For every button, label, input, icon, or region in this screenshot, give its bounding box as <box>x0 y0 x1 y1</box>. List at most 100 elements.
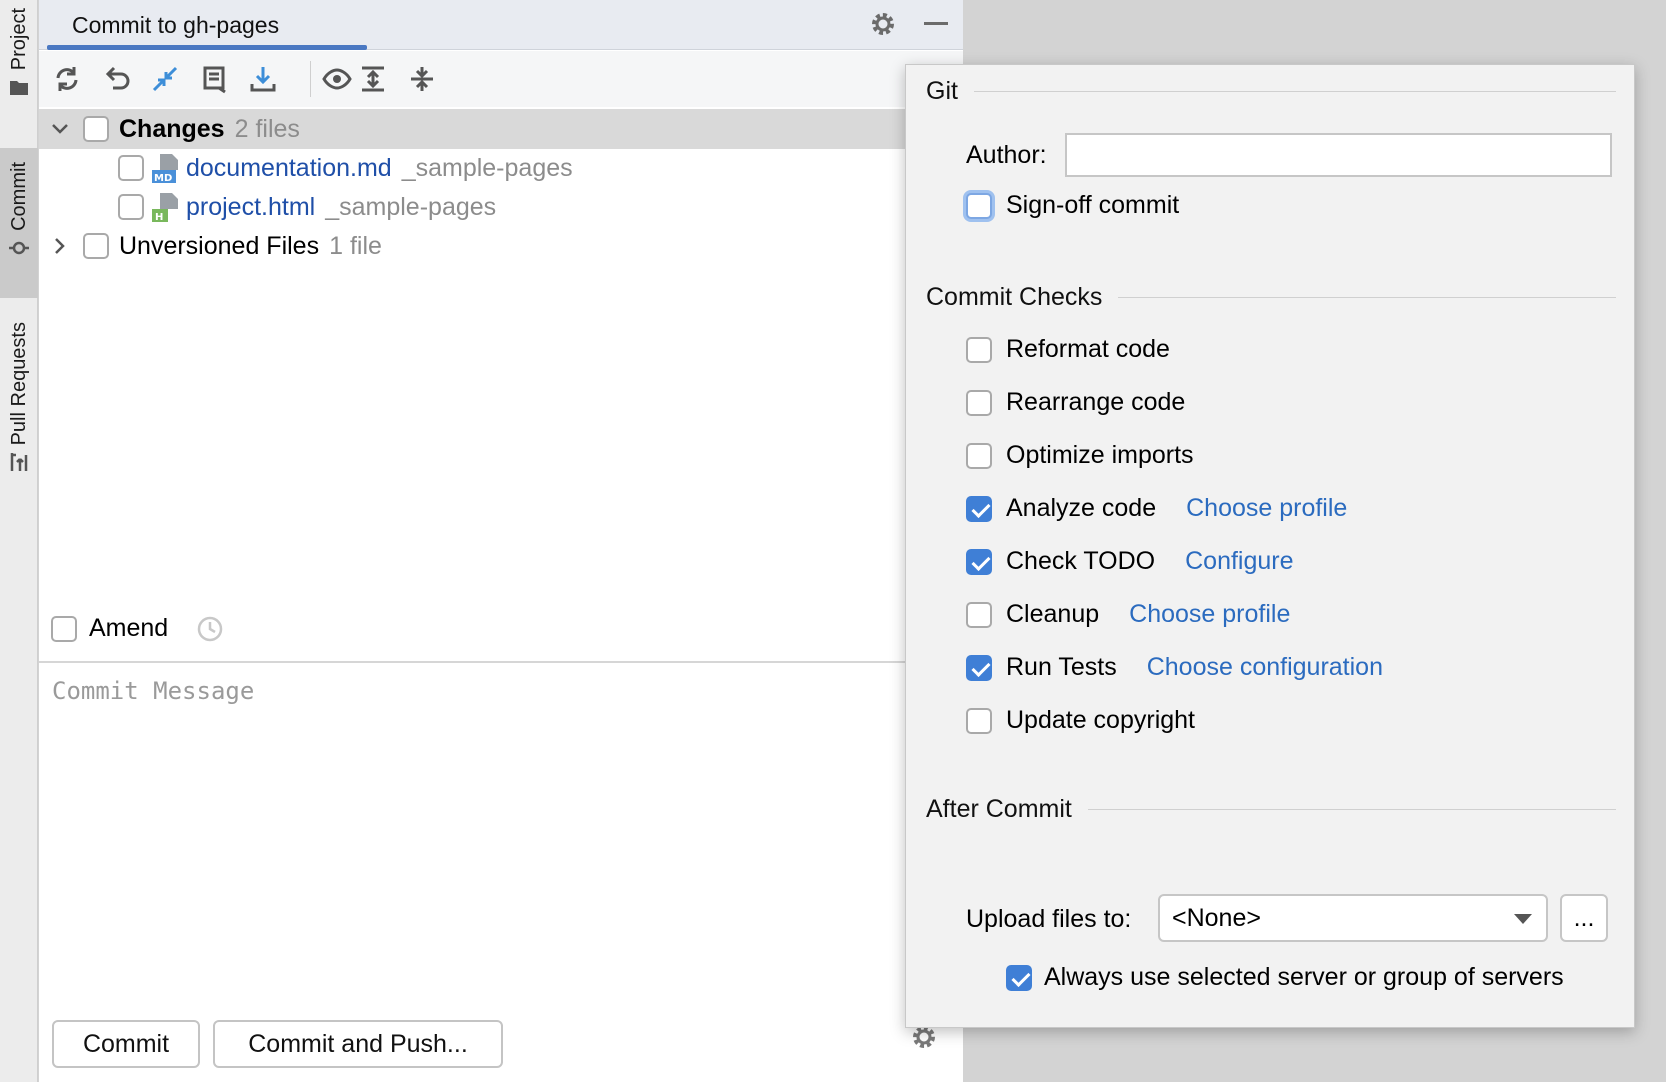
rollback-icon <box>105 66 130 90</box>
check-checkbox[interactable] <box>966 389 992 416</box>
file-checkbox[interactable] <box>118 155 144 181</box>
after-commit-title: After Commit <box>926 795 1072 823</box>
check-update-copyright[interactable]: Update copyright <box>966 706 1195 735</box>
always-use-checkbox[interactable] <box>1006 964 1032 991</box>
active-tab-indicator <box>47 45 367 50</box>
browse-servers-button[interactable]: ... <box>1560 894 1608 942</box>
merge-icon <box>152 66 178 92</box>
check-label: Cleanup <box>1006 600 1100 628</box>
commit-panel: Commit to gh-pages Changes 2 files MD do… <box>39 0 963 1082</box>
choose-profile-link[interactable]: Choose profile <box>1186 494 1347 523</box>
tab-commit[interactable]: Commit <box>0 148 38 298</box>
choose-configuration-link[interactable]: Choose configuration <box>1147 653 1383 682</box>
commit-checks-title: Commit Checks <box>926 283 1103 311</box>
amend-option[interactable]: Amend <box>51 614 224 643</box>
tool-window-strip: Project Commit Pull Requests <box>0 0 38 1082</box>
eye-icon <box>322 68 352 90</box>
check-checkbox[interactable] <box>966 707 992 734</box>
signoff-option[interactable]: Sign-off commit <box>966 191 1179 220</box>
update-button[interactable] <box>247 63 279 95</box>
changes-label: Changes <box>119 114 225 143</box>
check-label: Optimize imports <box>1006 441 1194 469</box>
chevron-right-icon[interactable] <box>51 237 69 255</box>
expand-all-icon <box>362 66 384 92</box>
clock-icon[interactable] <box>196 615 224 643</box>
author-input[interactable] <box>1065 133 1612 177</box>
check-analyze-code[interactable]: Analyze code Choose profile <box>966 494 1347 523</box>
minimize-icon[interactable] <box>924 22 948 25</box>
check-label: Update copyright <box>1006 706 1196 734</box>
check-label: Analyze code <box>1006 494 1157 522</box>
commit-options-popup: Git Author: Sign-off commit Commit Check… <box>905 64 1635 1028</box>
always-use-label: Always use selected server or group of s… <box>1044 963 1564 991</box>
configure-link[interactable]: Configure <box>1185 547 1293 576</box>
rollback-button[interactable] <box>101 63 133 95</box>
amend-checkbox[interactable] <box>51 615 77 642</box>
unversioned-count: 1 file <box>329 231 382 260</box>
commit-button[interactable]: Commit <box>52 1020 200 1068</box>
check-cleanup[interactable]: Cleanup Choose profile <box>966 600 1290 629</box>
choose-profile-link[interactable]: Choose profile <box>1129 600 1290 629</box>
markdown-file-icon: MD <box>152 154 178 184</box>
shelve-icon <box>203 66 226 94</box>
view-options-button[interactable] <box>321 63 353 95</box>
gear-icon[interactable] <box>869 10 897 38</box>
svg-text:H: H <box>155 212 163 223</box>
check-run-tests[interactable]: Run Tests Choose configuration <box>966 653 1383 682</box>
unversioned-group-row[interactable]: Unversioned Files 1 file <box>51 226 382 266</box>
upload-server-select[interactable]: <None> <box>1158 894 1548 942</box>
divider <box>1087 809 1616 810</box>
check-label: Run Tests <box>1006 653 1117 681</box>
check-rearrange-code[interactable]: Rearrange code <box>966 388 1185 417</box>
tab-project[interactable]: Project <box>0 0 38 128</box>
svg-text:MD: MD <box>154 173 172 184</box>
html-file-icon: H <box>152 193 178 223</box>
commit-and-push-button[interactable]: Commit and Push... <box>213 1020 503 1068</box>
dropdown-arrow-icon <box>1514 914 1532 924</box>
file-checkbox[interactable] <box>118 194 144 220</box>
commit-message-input[interactable]: Commit Message <box>52 677 254 705</box>
upload-server-value: <None> <box>1172 903 1261 932</box>
tab-project-label: Project <box>7 8 30 71</box>
check-checkbox[interactable] <box>966 601 992 628</box>
unversioned-checkbox[interactable] <box>83 233 109 259</box>
check-reformat-code[interactable]: Reformat code <box>966 335 1170 364</box>
changes-checkbox[interactable] <box>83 116 109 142</box>
refresh-button[interactable] <box>51 63 83 95</box>
after-commit-section-header: After Commit <box>926 795 1616 824</box>
always-use-server-option[interactable]: Always use selected server or group of s… <box>1006 963 1564 992</box>
expand-all-button[interactable] <box>357 63 389 95</box>
commit-checks-section-header: Commit Checks <box>926 283 1616 312</box>
update-icon <box>250 67 276 92</box>
commit-icon <box>9 241 29 255</box>
divider <box>1118 297 1616 298</box>
check-checkbox[interactable] <box>966 654 992 681</box>
check-label: Check TODO <box>1006 547 1156 575</box>
check-checkbox[interactable] <box>966 548 992 575</box>
file-row[interactable]: MD documentation.md _sample-pages <box>118 148 573 188</box>
tab-pull-requests[interactable]: Pull Requests <box>0 316 38 504</box>
check-checkbox[interactable] <box>966 495 992 522</box>
signoff-checkbox[interactable] <box>966 192 992 219</box>
panel-title: Commit to gh-pages <box>72 12 280 38</box>
chevron-down-icon[interactable] <box>51 120 69 138</box>
shelve-button[interactable] <box>199 63 231 95</box>
changes-count: 2 files <box>234 114 300 143</box>
divider <box>973 91 1616 92</box>
amend-label: Amend <box>89 614 169 642</box>
check-optimize-imports[interactable]: Optimize imports <box>966 441 1194 470</box>
check-checkbox[interactable] <box>966 336 992 363</box>
changes-group-row[interactable]: Changes 2 files <box>39 109 963 149</box>
file-path: _sample-pages <box>401 153 573 182</box>
check-todo[interactable]: Check TODO Configure <box>966 547 1294 576</box>
file-row[interactable]: H project.html _sample-pages <box>118 187 496 227</box>
git-section-title: Git <box>926 77 958 105</box>
check-label: Rearrange code <box>1006 388 1186 416</box>
file-name: project.html <box>186 192 316 221</box>
check-checkbox[interactable] <box>966 442 992 469</box>
show-diff-button[interactable] <box>149 63 181 95</box>
tab-commit-label: Commit <box>7 162 30 231</box>
pull-request-icon <box>10 453 28 472</box>
collapse-all-button[interactable] <box>406 63 438 95</box>
divider <box>39 661 963 663</box>
